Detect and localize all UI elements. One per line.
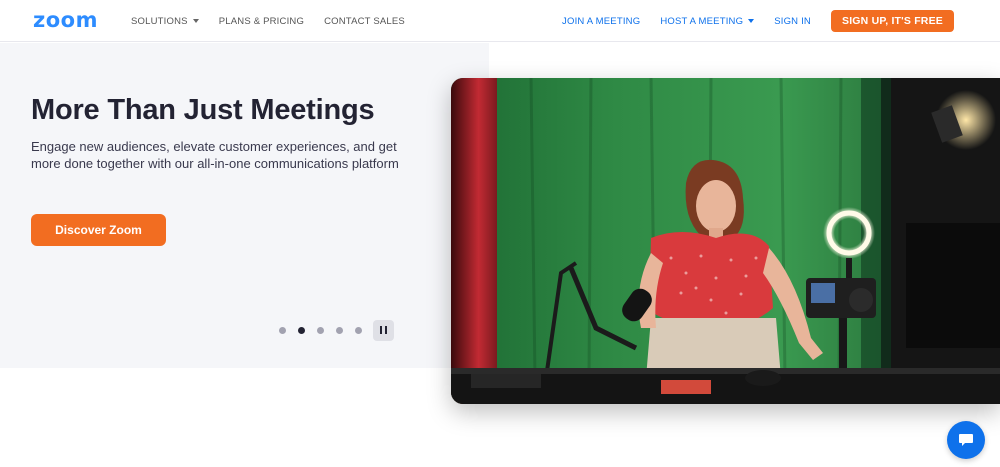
primary-nav: SOLUTIONS PLANS & PRICING CONTACT SALES — [131, 0, 425, 42]
account-nav: JOIN A MEETING HOST A MEETING SIGN IN SI… — [562, 0, 954, 42]
hero-subtitle: Engage new audiences, elevate customer e… — [31, 139, 399, 171]
hero-image-illustration — [451, 78, 1000, 404]
nav-sign-in-label: SIGN IN — [774, 15, 811, 27]
caret-down-icon — [748, 19, 755, 23]
signup-button[interactable]: SIGN UP, IT'S FREE — [830, 10, 954, 32]
carousel-dot[interactable] — [317, 326, 324, 334]
top-navigation-bar: zoom SOLUTIONS PLANS & PRICING CONTACT S… — [0, 0, 1000, 42]
carousel-dot[interactable] — [355, 326, 362, 334]
pause-icon[interactable] — [373, 319, 394, 341]
carousel-indicators — [279, 319, 394, 341]
nav-join-meeting-label: JOIN A MEETING — [562, 15, 641, 27]
nav-host-meeting-label: HOST A MEETING — [660, 15, 744, 27]
nav-sign-in[interactable]: SIGN IN — [774, 16, 811, 27]
carousel-dot-active[interactable] — [298, 326, 305, 334]
nav-contact-sales-label: CONTACT SALES — [324, 15, 405, 27]
nav-plans-pricing[interactable]: PLANS & PRICING — [219, 16, 304, 27]
nav-contact-sales[interactable]: CONTACT SALES — [324, 16, 405, 27]
caret-down-icon — [192, 19, 199, 23]
chat-glyph — [959, 434, 973, 446]
nav-plans-pricing-label: PLANS & PRICING — [218, 15, 305, 27]
nav-join-meeting[interactable]: JOIN A MEETING — [562, 16, 640, 27]
hero-background — [0, 43, 489, 368]
hero-image — [451, 78, 1000, 404]
discover-zoom-button[interactable]: Discover Zoom — [31, 214, 166, 246]
zoom-logo[interactable]: zoom — [33, 10, 98, 31]
nav-solutions-label: SOLUTIONS — [131, 15, 188, 27]
carousel-dot[interactable] — [279, 326, 286, 334]
chat-bubble-icon[interactable] — [947, 421, 985, 459]
nav-solutions[interactable]: SOLUTIONS — [131, 16, 199, 27]
nav-host-meeting[interactable]: HOST A MEETING — [660, 15, 755, 27]
hero-title: More Than Just Meetings — [31, 94, 375, 126]
carousel-dot[interactable] — [336, 326, 343, 334]
